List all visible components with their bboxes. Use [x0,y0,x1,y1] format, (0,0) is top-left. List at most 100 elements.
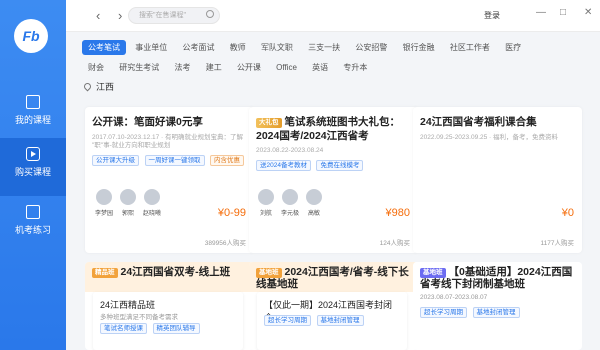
course-card[interactable]: 精品班 24江西国省双考-线上班 24江西精品班 多种班型满足不同备考需求 笔试名… [85,262,254,350]
tab-category[interactable]: 建工 [200,60,228,75]
course-tag: 一周好课一键领取 [144,155,205,166]
tab-category[interactable]: 三支一扶 [302,40,346,55]
course-title: 24江西国省考福利课合集 [420,116,537,128]
sub-course-title: 24江西精品班 [100,300,156,310]
purchase-count: 1177人购买 [540,240,574,247]
book-icon [26,95,40,109]
tab-category[interactable]: 教师 [224,40,252,55]
search-icon[interactable] [206,10,214,18]
course-title: 大礼包 笔试系统班图书大礼包：2024国考/2024江西省考 [256,116,400,142]
tab-category[interactable]: 公考笔试 [82,40,126,55]
avatar [144,189,160,205]
category-row: 公考笔试 事业单位 公考面试 教师 军队文职 三支一扶 公安招警 银行金融 社区… [82,40,528,55]
avatar [120,189,136,205]
sub-course-card[interactable]: 24江西精品班 多种班型满足不同备考需求 笔试名师授课 精英团队辅导 [93,292,243,350]
category-row: 财会 研究生考试 法考 建工 公开课 Office 英语 专升本 [82,60,374,75]
gift-badge: 大礼包 [256,118,282,128]
course-tag: 精英团队辅导 [152,323,200,334]
course-tag: 公开课大升级 [92,155,139,166]
course-price: ¥0 [561,207,574,219]
teacher: 郭熙 [118,189,138,217]
sidebar-item-exam-practice[interactable]: 机考练习 [0,196,66,254]
badge: 精品班 [92,268,118,278]
play-icon [26,147,40,161]
tab-category[interactable]: 财会 [82,60,110,75]
category-panel: 公考笔试 事业单位 公考面试 教师 军队文职 三支一扶 公安招警 银行金融 社区… [76,34,594,100]
teacher: 刘航 [256,189,276,217]
sidebar-item-label: 我的课程 [14,115,51,125]
course-card[interactable]: 大礼包 笔试系统班图书大礼包：2024国考/2024江西省考 2023.08.22… [249,107,418,253]
course-price: ¥980 [385,207,410,219]
course-subtitle: 2017.07.10-2023.12.17 · 有明确就业规划宝典：了解 [92,134,244,141]
app-logo: Fb [14,19,48,53]
teacher: 李梦园 [94,189,114,217]
course-card[interactable]: 公开课：笔面好课0元享 2017.07.10-2023.12.17 · 有明确就… [85,107,254,253]
login-button[interactable]: 登录 [484,10,500,21]
course-title: 基地班 2024江西国考/省考-线下长线基地班 [249,262,418,292]
sidebar: Fb 我的课程 购买课程 机考练习 [0,0,66,350]
course-subtitle: 2022.09.25-2023.09.25 · 福利，备考，免费资料 [420,134,559,141]
badge: 基地班 [420,268,446,278]
course-card[interactable]: 基地班 【0基础适用】2024江西国省考线下封闭制基地班 2023.08.07-2… [413,262,582,350]
purchase-count: 389956人购买 [204,240,246,247]
tab-category[interactable]: 公开课 [231,60,267,75]
teacher: 高敏 [304,189,324,217]
course-title: 公开课：笔面好课0元享 [92,116,203,128]
maximize-icon[interactable]: □ [560,7,566,18]
tab-category[interactable]: 专升本 [337,60,373,75]
search-input[interactable]: 搜索"在售课程" [128,7,220,24]
tab-category[interactable]: 英语 [306,60,334,75]
tab-category[interactable]: 医疗 [499,40,527,55]
tab-category[interactable]: 银行金融 [397,40,441,55]
tag-list: 超长学习周期 基地封闭管理 [420,306,523,318]
location-selector[interactable]: 江西 [82,80,114,93]
course-title: 精品班 24江西国省双考-线上班 [85,262,254,292]
course-date: 2023.08.07-2023.08.07 [420,294,488,301]
teacher: 赵晓曦 [142,189,162,217]
avatar [306,189,322,205]
tab-category[interactable]: Office [270,61,303,74]
location-pin-icon [82,81,93,92]
badge: 基地班 [256,268,282,278]
tag-list: 公开课大升级 一周好课一键领取 内含优惠 [92,154,247,166]
course-tag: 免费在线模考 [316,160,364,171]
tab-category[interactable]: 社区工作者 [444,40,496,55]
sub-course-desc: 多种班型满足不同备考需求 [100,314,178,321]
tag-list: 超长学习周期 基地封闭管理 [264,314,367,326]
tag-list: 笔试名师授课 精英团队辅导 [100,322,203,334]
sub-course-card[interactable]: 【仅此一期】2024江西国考封闭全... 超长学习周期 基地封闭管理 [257,292,407,350]
course-tag: 送2024备考教材 [256,160,311,171]
course-tag: 内含优惠 [210,155,245,166]
course-tag: 基地封闭管理 [316,315,364,326]
course-card[interactable]: 24江西国省考福利课合集 2022.09.25-2023.09.25 · 福利，… [413,107,582,253]
course-tag: 超长学习周期 [264,315,311,326]
purchase-count: 124人购买 [379,240,410,247]
course-subtitle: "职"事-就业方向和职业规划 [92,142,171,149]
back-arrow-icon[interactable]: ‹ [96,8,100,23]
tab-category[interactable]: 法考 [168,60,196,75]
sidebar-item-label: 机考练习 [14,225,51,235]
sidebar-item-buy-courses[interactable]: 购买课程 [0,138,66,196]
tag-list: 送2024备考教材 免费在线模考 [256,159,366,171]
course-subtitle: 2023.08.22-2023.08.24 [256,147,324,154]
tab-category[interactable]: 事业单位 [129,40,173,55]
sidebar-item-my-courses[interactable]: 我的课程 [0,86,66,144]
tab-category[interactable]: 公考面试 [176,40,220,55]
minimize-icon[interactable]: — [536,7,546,18]
top-bar: ‹ › 搜索"在售课程" 登录 — □ ✕ [66,0,600,32]
course-price: ¥0-99 [217,207,246,219]
course-tag: 笔试名师授课 [100,323,147,334]
course-tag: 基地封闭管理 [472,307,520,318]
forward-arrow-icon[interactable]: › [118,8,122,23]
avatar [282,189,298,205]
tab-category[interactable]: 研究生考试 [113,60,165,75]
teacher: 李元极 [280,189,300,217]
course-card[interactable]: 基地班2024江西国考/省考-线下长线基地班 【仅此一期】2024江西国考封闭全… [249,262,418,350]
tab-category[interactable]: 军队文职 [255,40,299,55]
course-tag: 超长学习周期 [420,307,467,318]
close-icon[interactable]: ✕ [584,7,592,18]
sidebar-item-label: 购买课程 [14,167,51,177]
course-title: 基地班 【0基础适用】2024江西国省考线下封闭制基地班 [413,262,582,292]
avatar [96,189,112,205]
tab-category[interactable]: 公安招警 [349,40,393,55]
